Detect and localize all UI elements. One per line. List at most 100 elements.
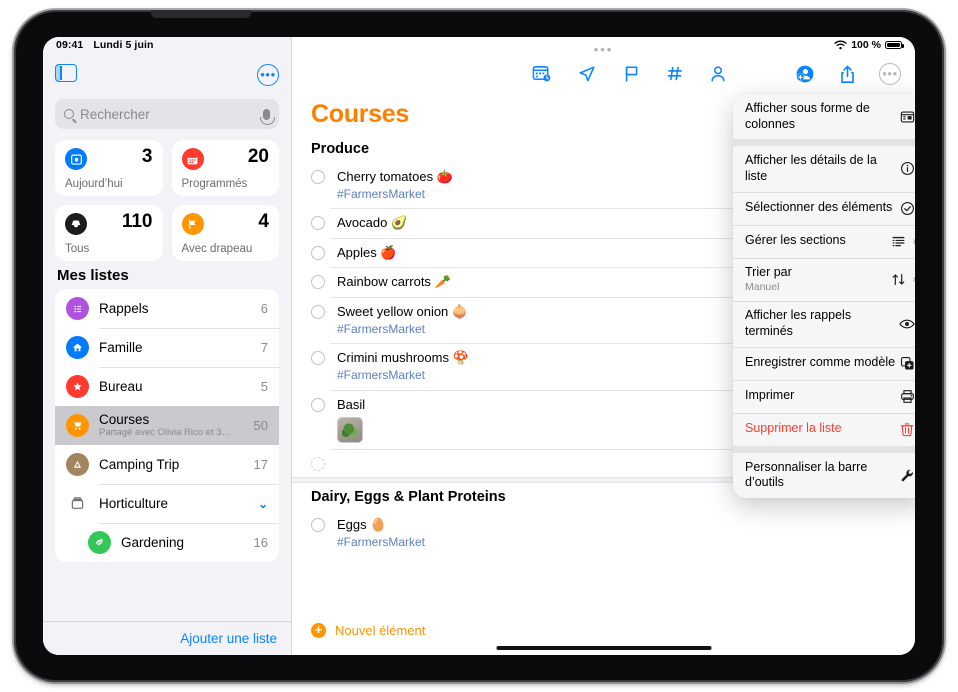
smart-lists-grid: 3 Aujourd’hui 20 Programmés 110 Tous 4 A…: [55, 140, 279, 261]
sidebar-list-gardening[interactable]: Gardening 16: [55, 523, 279, 562]
add-list-button[interactable]: Ajouter une liste: [180, 631, 277, 646]
list-count: 50: [253, 418, 268, 433]
screen: 09:41 Lundi 5 juin ••• 3: [43, 37, 915, 655]
smart-card-today[interactable]: 3 Aujourd’hui: [55, 140, 163, 196]
cart-icon: [66, 414, 89, 437]
content-toolbar: •••: [292, 63, 915, 91]
person-icon[interactable]: [709, 64, 727, 84]
eye-icon: [898, 318, 915, 330]
menu-item-label: Personnaliser la barre d’outils: [745, 459, 868, 490]
sidebar-list-bureau[interactable]: Bureau 5: [55, 367, 279, 406]
hashtag-icon[interactable]: [666, 64, 684, 83]
sidebar-list-famille[interactable]: Famille 7: [55, 328, 279, 367]
list-name: Rappels: [99, 300, 149, 316]
chevron-right-icon: ›: [913, 236, 915, 247]
smart-card-scheduled[interactable]: 20 Programmés: [171, 140, 279, 196]
calendar-clock-icon[interactable]: [531, 63, 552, 84]
reminder-row[interactable]: Eggs 🥚 #FarmersMarket: [292, 510, 915, 556]
list-count: 7: [260, 340, 268, 355]
scheduled-icon: [181, 148, 204, 170]
location-arrow-icon[interactable]: [577, 64, 597, 84]
list-count: 6: [260, 301, 268, 316]
new-item-button[interactable]: + Nouvel élément: [292, 619, 915, 641]
reminder-text: Avocado 🥑: [337, 215, 408, 231]
columns-icon: [898, 110, 915, 124]
ipad-device-frame: 09:41 Lundi 5 juin ••• 3: [12, 8, 946, 684]
list-name: Famille: [99, 339, 143, 355]
info-icon: [898, 161, 915, 176]
chevron-right-icon: ›: [913, 274, 915, 285]
complete-toggle-circle[interactable]: [311, 245, 325, 260]
flag-icon: [181, 213, 204, 235]
search-input[interactable]: [80, 106, 259, 122]
complete-toggle-circle[interactable]: [311, 518, 325, 533]
sidebar-list-horticulture[interactable]: Horticulture ⌄: [55, 484, 279, 523]
list-name: Gardening: [121, 534, 185, 550]
new-item-label: Nouvel élément: [335, 622, 426, 638]
chevron-down-icon[interactable]: ⌄: [258, 497, 268, 511]
sidebar-toggle-icon[interactable]: [55, 64, 77, 82]
complete-toggle-circle[interactable]: [311, 397, 325, 412]
list-options-context-menu: Afficher sous forme de colonnes Afficher…: [733, 94, 915, 498]
menu-item-print[interactable]: Imprimer: [733, 379, 915, 413]
today-icon: [65, 148, 87, 170]
checkmark-circle-icon: [898, 201, 915, 216]
complete-toggle-circle[interactable]: [311, 351, 325, 366]
flag-icon[interactable]: [622, 64, 641, 84]
sidebar-more-circle-icon[interactable]: •••: [257, 64, 279, 86]
star-icon: [66, 375, 89, 398]
reminder-tag[interactable]: #FarmersMarket: [337, 367, 469, 384]
menu-item-show-completed[interactable]: Afficher les rappels terminés: [733, 301, 915, 347]
menu-item-label: Trier par: [745, 264, 792, 279]
more-circle-icon[interactable]: •••: [879, 63, 901, 85]
menu-item-show-as-columns[interactable]: Afficher sous forme de colonnes: [733, 94, 915, 140]
window-grabber-icon[interactable]: •••: [594, 43, 614, 56]
printer-icon: [898, 389, 915, 404]
reminder-tag[interactable]: #FarmersMarket: [337, 186, 453, 203]
share-icon[interactable]: [838, 64, 857, 85]
complete-toggle-circle[interactable]: [311, 304, 325, 319]
duplicate-icon: [898, 356, 915, 371]
add-list-bar: Ajouter une liste: [43, 621, 291, 655]
menu-item-label: Enregistrer comme modèle: [745, 355, 896, 370]
status-bar: 09:41 Lundi 5 juin: [43, 37, 291, 57]
trash-icon: [898, 422, 915, 437]
complete-toggle-circle[interactable]: [311, 216, 325, 231]
all-icon: [65, 213, 87, 235]
folder-icon: [66, 492, 89, 515]
complete-toggle-circle[interactable]: [311, 170, 325, 184]
smart-card-flagged[interactable]: 4 Avec drapeau: [171, 205, 279, 261]
sidebar-list-rappels[interactable]: Rappels 6: [55, 289, 279, 328]
menu-item-label: Gérer les sections: [745, 233, 846, 248]
device-camera-bump: [151, 10, 251, 18]
menu-item-sort-by[interactable]: Trier par Manuel ›: [733, 257, 915, 302]
leaf-icon: [88, 531, 111, 554]
menu-item-customize-toolbar[interactable]: Personnaliser la barre d’outils: [733, 452, 915, 498]
add-person-icon[interactable]: [794, 63, 816, 85]
plus-icon: +: [311, 622, 326, 638]
menu-item-save-as-template[interactable]: Enregistrer comme modèle: [733, 346, 915, 380]
sidebar-list-camping-trip[interactable]: Camping Trip 17: [55, 445, 279, 484]
complete-toggle-circle[interactable]: [311, 457, 325, 472]
reminder-text: Apples 🍎: [337, 244, 397, 260]
reminder-attachment-thumbnail[interactable]: [337, 417, 363, 444]
smart-card-all[interactable]: 110 Tous: [55, 205, 163, 261]
complete-toggle-circle[interactable]: [311, 275, 325, 290]
reminder-tag[interactable]: #FarmersMarket: [337, 534, 425, 551]
menu-item-show-list-info[interactable]: Afficher les détails de la liste: [733, 146, 915, 192]
search-icon: [64, 109, 74, 119]
menu-item-delete-list[interactable]: Supprimer la liste: [733, 412, 915, 446]
menu-item-select-items[interactable]: Sélectionner des éléments: [733, 191, 915, 225]
wrench-icon: [898, 468, 915, 483]
smart-card-count: 20: [247, 146, 269, 167]
wifi-icon: [834, 40, 847, 50]
smart-card-label: Avec drapeau: [181, 243, 253, 255]
microphone-icon[interactable]: [260, 108, 275, 125]
sidebar-list-courses[interactable]: Courses Partagé avec Olivia Rico et 3… 5…: [55, 406, 279, 445]
reminder-text: Eggs 🥚: [337, 517, 387, 533]
battery-icon: [885, 40, 904, 50]
smart-card-count: 110: [121, 211, 153, 232]
reminder-tag[interactable]: #FarmersMarket: [337, 321, 468, 338]
search-bar[interactable]: [55, 99, 279, 129]
menu-item-manage-sections[interactable]: Gérer les sections ›: [733, 224, 915, 258]
